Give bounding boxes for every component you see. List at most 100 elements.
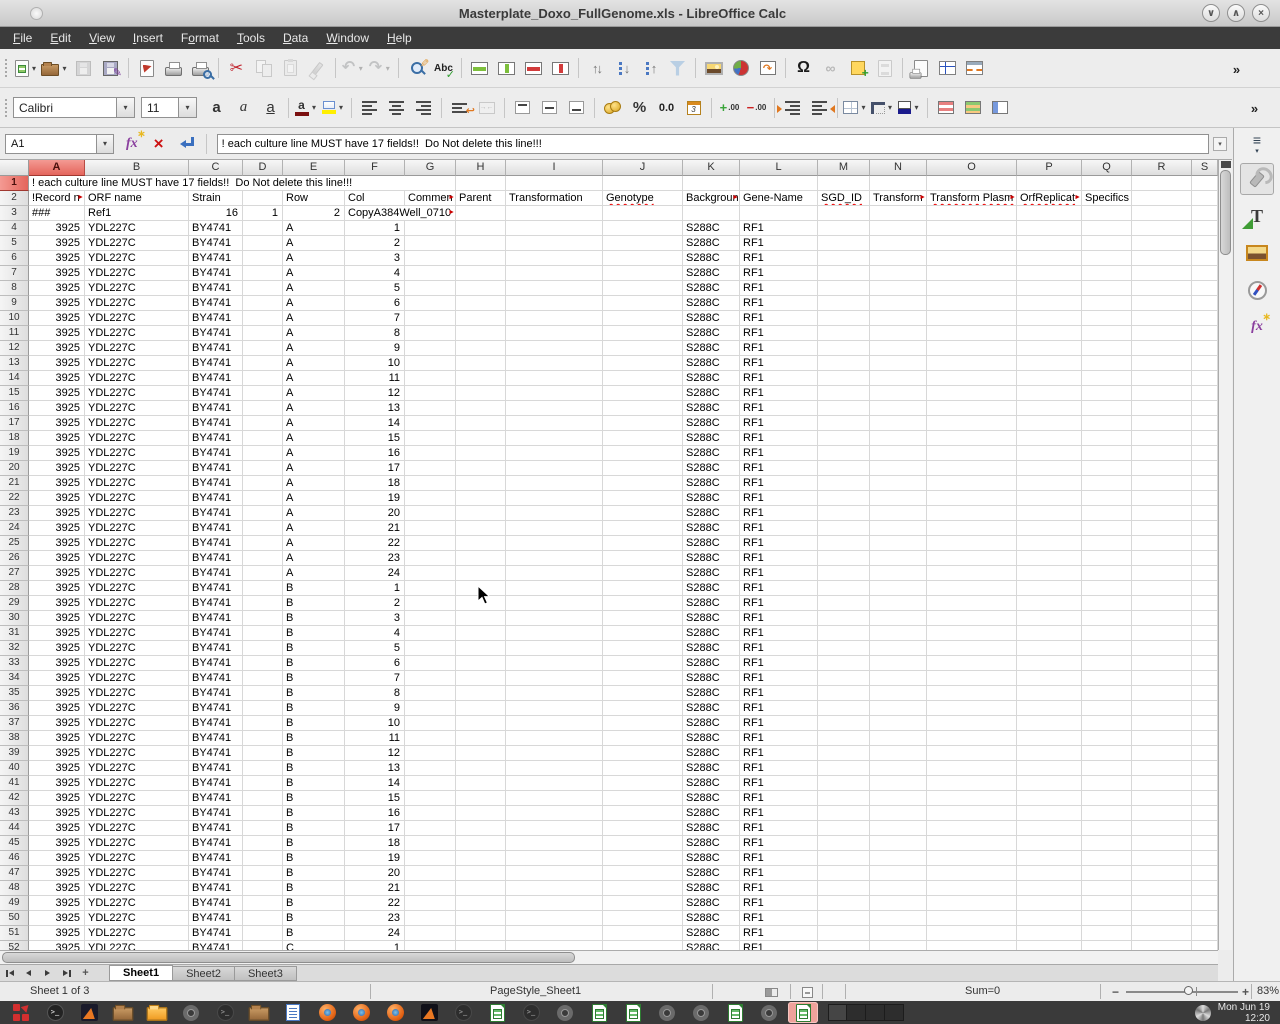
cell[interactable] [603,536,683,551]
cell[interactable]: RF1 [740,611,818,626]
column-header-J[interactable]: J [603,160,683,176]
cell[interactable]: 3925 [29,506,85,521]
row-header-6[interactable]: 6 [0,251,29,266]
cell[interactable] [603,641,683,656]
cell[interactable]: S288C [683,476,740,491]
cell[interactable] [1082,806,1132,821]
cell[interactable] [506,806,603,821]
cell[interactable] [818,551,870,566]
terminal-window-1[interactable]: >_ [40,1002,70,1023]
calc-window-2[interactable] [584,1002,614,1023]
cell[interactable] [818,671,870,686]
insert-comment-button[interactable]: + [845,56,870,81]
cell[interactable]: A [283,356,345,371]
cell[interactable]: YDL227C [85,341,189,356]
cell[interactable]: YDL227C [85,296,189,311]
cell[interactable]: 3925 [29,656,85,671]
cell[interactable]: YDL227C [85,326,189,341]
cell[interactable]: RF1 [740,506,818,521]
toolbar-overflow-button[interactable]: » [1242,96,1267,121]
horizontal-scrollbar[interactable] [0,950,1218,964]
row-header-22[interactable]: 22 [0,491,29,506]
cell[interactable] [1192,881,1218,896]
cell[interactable]: S288C [683,611,740,626]
cell[interactable] [405,341,456,356]
zoom-in-button[interactable]: + [1242,985,1249,999]
file-manager-window-2[interactable] [142,1002,172,1023]
column-header-Q[interactable]: Q [1082,160,1132,176]
row-header-14[interactable]: 14 [0,371,29,386]
cell[interactable] [1132,251,1192,266]
cell[interactable] [243,341,283,356]
cell[interactable] [456,926,506,941]
cell[interactable]: YDL227C [85,761,189,776]
row-header-2[interactable]: 2 [0,191,29,206]
cell[interactable]: YDL227C [85,311,189,326]
cell[interactable] [506,236,603,251]
insert-row-button[interactable] [467,56,492,81]
cell[interactable] [1017,566,1082,581]
cell[interactable] [818,911,870,926]
row-header-29[interactable]: 29 [0,596,29,611]
cell[interactable]: BY4741 [189,611,243,626]
cell[interactable]: BY4741 [189,866,243,881]
cell[interactable] [603,551,683,566]
cell[interactable] [1017,836,1082,851]
cell[interactable]: YDL227C [85,356,189,371]
cell[interactable] [603,941,683,950]
cell[interactable]: BY4741 [189,581,243,596]
cell[interactable] [506,881,603,896]
cell[interactable] [456,656,506,671]
cell[interactable] [506,626,603,641]
firefox-window-1[interactable] [312,1002,342,1023]
cell[interactable] [1017,251,1082,266]
cell[interactable]: RF1 [740,251,818,266]
cell[interactable] [1132,461,1192,476]
vertical-scrollbar-thumb[interactable] [1220,170,1231,255]
row-header-5[interactable]: 5 [0,236,29,251]
cell[interactable] [927,371,1017,386]
cell[interactable]: 3925 [29,641,85,656]
cell[interactable]: YDL227C [85,806,189,821]
cell[interactable] [927,206,1017,221]
workspace-2[interactable] [847,1004,866,1021]
menu-edit[interactable]: Edit [41,28,80,48]
row-header-37[interactable]: 37 [0,716,29,731]
cell[interactable]: A [283,566,345,581]
cell[interactable]: YDL227C [85,776,189,791]
file-manager-window-1[interactable] [108,1002,138,1023]
cell[interactable] [603,311,683,326]
cell[interactable] [506,836,603,851]
insert-column-button[interactable] [494,56,519,81]
cell[interactable] [1082,686,1132,701]
cell[interactable] [1132,611,1192,626]
cell[interactable]: YDL227C [85,506,189,521]
cell[interactable] [1017,551,1082,566]
sort-ascending-button[interactable]: ↑ [638,56,663,81]
cell[interactable] [818,881,870,896]
center-vertically-button[interactable] [537,95,562,120]
cell[interactable] [927,596,1017,611]
cell[interactable]: RF1 [740,731,818,746]
cell[interactable]: S288C [683,551,740,566]
column-header-A[interactable]: A [29,160,85,176]
cell[interactable] [405,746,456,761]
cell[interactable] [243,476,283,491]
cell[interactable]: 3 [345,251,405,266]
align-bottom-button[interactable] [564,95,589,120]
cell[interactable] [1017,941,1082,950]
cell[interactable]: S288C [683,566,740,581]
last-sheet-button[interactable] [58,966,75,980]
cell[interactable] [506,566,603,581]
cell[interactable] [1132,701,1192,716]
cell[interactable] [243,461,283,476]
terminal-window-3[interactable]: >_ [448,1002,478,1023]
cell[interactable]: 1 [243,206,283,221]
cell[interactable] [870,536,927,551]
cell[interactable]: BY4741 [189,881,243,896]
cell[interactable] [1017,431,1082,446]
cell[interactable]: 6 [345,656,405,671]
cell[interactable]: RF1 [740,596,818,611]
cell[interactable]: 3925 [29,281,85,296]
calc-window-active[interactable] [788,1002,818,1023]
